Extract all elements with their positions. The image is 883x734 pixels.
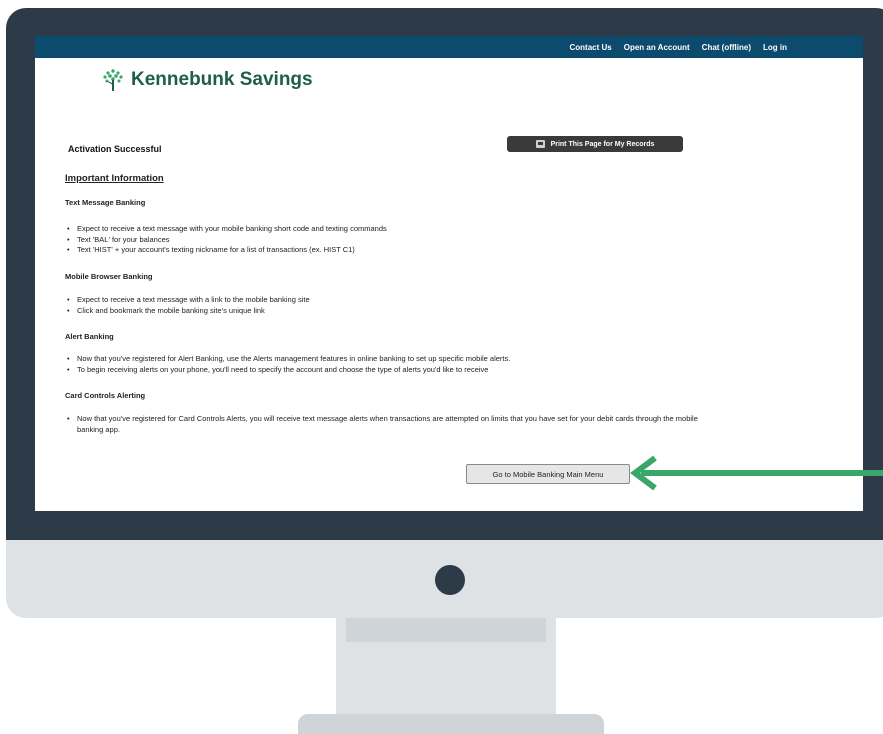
section-title-card-controls-alerting: Card Controls Alerting bbox=[65, 391, 146, 400]
important-information-heading: Important Information bbox=[65, 173, 164, 184]
nav-link-contact-us[interactable]: Contact Us bbox=[570, 43, 612, 52]
monitor-power-dot bbox=[435, 565, 465, 595]
monitor-screen: Contact Us Open an Account Chat (offline… bbox=[35, 36, 863, 511]
top-nav-bar: Contact Us Open an Account Chat (offline… bbox=[35, 36, 863, 58]
monitor-stand-shadow bbox=[346, 618, 546, 642]
list-item: Click and bookmark the mobile banking si… bbox=[65, 306, 310, 317]
brand-logo[interactable]: Kennebunk Savings bbox=[101, 68, 313, 92]
pointer-arrow-icon bbox=[630, 455, 883, 491]
list-item: Expect to receive a text message with yo… bbox=[65, 224, 387, 235]
nav-link-open-account[interactable]: Open an Account bbox=[624, 43, 690, 52]
brand-name: Kennebunk Savings bbox=[131, 69, 313, 90]
mobile-browser-banking-list: Expect to receive a text message with a … bbox=[65, 295, 310, 316]
tree-icon bbox=[103, 69, 123, 91]
section-title-mobile-browser-banking: Mobile Browser Banking bbox=[65, 272, 153, 281]
card-controls-alerting-list: Now that you've registered for Card Cont… bbox=[65, 414, 725, 435]
list-item: To begin receiving alerts on your phone,… bbox=[65, 365, 510, 376]
activation-status-title: Activation Successful bbox=[68, 144, 162, 154]
printer-icon bbox=[535, 140, 545, 148]
nav-link-log-in[interactable]: Log in bbox=[763, 43, 787, 52]
print-records-button[interactable]: Print This Page for My Records bbox=[507, 136, 683, 152]
text-message-banking-list: Expect to receive a text message with yo… bbox=[65, 224, 387, 256]
alert-banking-list: Now that you've registered for Alert Ban… bbox=[65, 354, 510, 375]
list-item: Now that you've registered for Card Cont… bbox=[65, 414, 725, 435]
information-content: Important Information Text Message Banki… bbox=[65, 173, 825, 434]
section-title-text-message-banking: Text Message Banking bbox=[65, 198, 146, 207]
nav-link-chat[interactable]: Chat (offline) bbox=[702, 43, 751, 52]
print-records-label: Print This Page for My Records bbox=[550, 140, 655, 148]
list-item: Expect to receive a text message with a … bbox=[65, 295, 310, 306]
monitor-stand-base bbox=[298, 714, 604, 734]
list-item: Text 'HIST' + your account's texting nic… bbox=[65, 245, 387, 256]
list-item: Now that you've registered for Alert Ban… bbox=[65, 354, 510, 365]
list-item: Text 'BAL' for your balances bbox=[65, 235, 387, 246]
section-title-alert-banking: Alert Banking bbox=[65, 332, 114, 341]
go-to-main-menu-button[interactable]: Go to Mobile Banking Main Menu bbox=[466, 464, 630, 484]
